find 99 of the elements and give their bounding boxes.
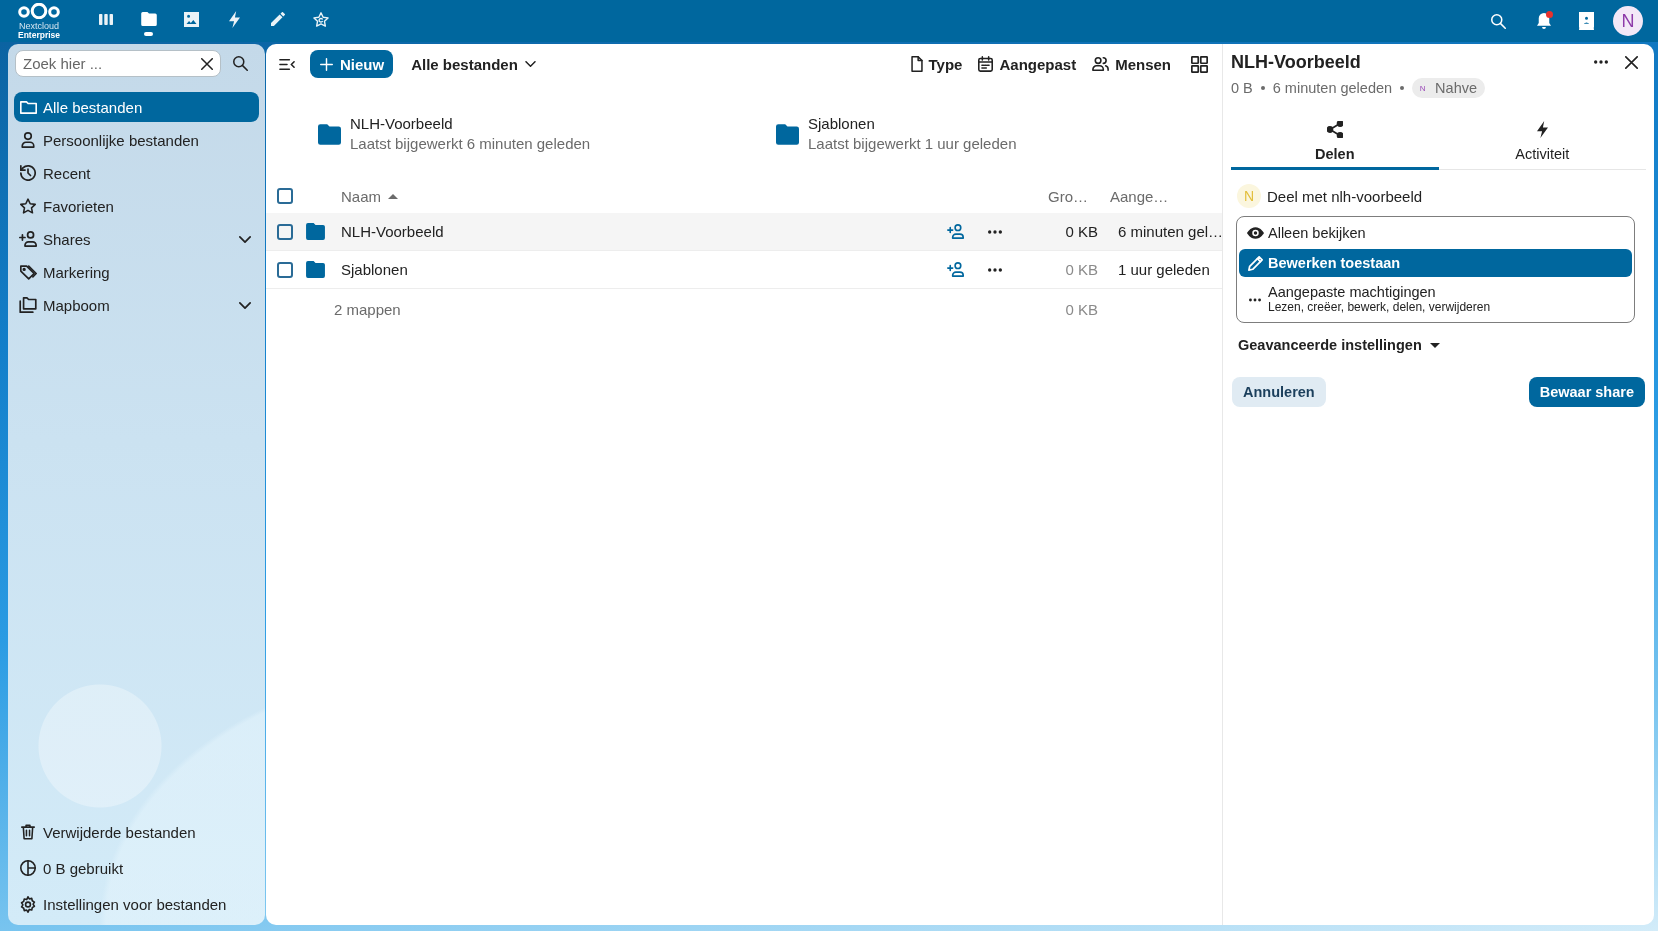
star-icon [20,198,36,214]
modified-date: 1 uur geleden [1118,261,1210,278]
modified-time: 6 minuten geleden [1272,80,1393,96]
file-name-link[interactable]: Sjablonen [341,261,408,278]
bell-icon [1536,13,1551,29]
folder-icon [140,12,157,26]
save-button[interactable]: Bewaar share [1528,377,1645,407]
row-checkbox[interactable] [277,223,293,240]
file-icon [910,56,923,72]
close-icon [200,57,213,70]
filter-button[interactable]: Type [902,49,971,79]
search-field[interactable]: Zoek hier ... [15,50,221,77]
person-plus-icon [946,224,964,239]
rings-logo-icon [18,3,60,19]
person-plus-icon [946,262,964,277]
share-recipient-label: Deel met nlh-voorbeeld [1267,187,1423,205]
collapse-menu-icon [279,58,295,70]
dots-icon [1594,60,1608,64]
folder-icon [19,100,37,114]
person-icon [21,132,35,148]
file-size: 0 KB [1065,261,1098,278]
column-header[interactable]: Gro… [1048,181,1088,211]
chevron-down-icon [524,61,536,67]
bars-icon [98,13,113,25]
last-updated-text: Laatst bijgewerkt 6 minuten geleden [350,134,591,154]
tag-icon [19,264,37,280]
permission-option[interactable]: Alleen bekijken [1239,219,1632,247]
modified-date: 6 minuten gel… [1118,223,1224,240]
folder-icon [318,123,341,145]
pie-chart-icon [20,860,36,876]
folder-icon [776,123,799,145]
pencil-icon [1247,255,1263,271]
breadcrumb-button[interactable]: Alle bestanden [403,49,544,79]
recipient-avatar: N [1237,184,1261,208]
person-plus-icon [19,231,37,247]
advanced-settings-toggle[interactable]: Geavanceerde instellingen [1238,335,1440,355]
nav-item[interactable]: Instellingen voor bestanden [14,887,259,921]
filter-button[interactable]: Aangepast [970,49,1085,79]
avatar-button[interactable]: N [1613,6,1643,36]
nav-item[interactable]: Markering [14,257,259,287]
last-updated-text: Laatst bijgewerkt 1 uur geleden [808,134,1017,154]
file-size: 0 B [1231,80,1253,96]
owner-name: Nahve [1435,80,1477,96]
nav-item[interactable]: Verwijderde bestanden [14,815,259,849]
dots-icon [988,229,1002,234]
dots-icon [988,267,1002,272]
pencil-icon [270,12,285,26]
details-title: NLH-Voorbeeld [1231,51,1361,73]
nav-item[interactable]: Recent [14,158,259,188]
nav-item[interactable]: Persoonlijke bestanden [14,125,259,155]
edition-label: Enterprise [17,31,60,40]
image-icon [184,11,199,27]
tab[interactable]: Activiteit [1438,116,1646,170]
file-size: 0 KB [1065,223,1098,240]
column-header[interactable]: Aange… [1110,181,1169,211]
nav-item[interactable]: Shares [14,224,259,254]
row-checkbox[interactable] [277,261,293,278]
cancel-button[interactable]: Annuleren [1232,377,1326,407]
contact-card-icon [1579,12,1594,30]
select-all-checkbox[interactable] [277,188,293,204]
separator-dot-icon [1400,86,1405,90]
brand-name: Nextcloud [19,21,59,31]
sort-ascending-icon [388,193,398,199]
folder-name: NLH-Voorbeeld [350,114,454,134]
trash-icon [21,824,35,840]
nav-item[interactable]: Mapboom [14,290,259,320]
star-icon [312,11,329,27]
column-header[interactable]: Naam [341,181,398,211]
folder-name: Sjablonen [808,114,876,134]
search-icon [1491,13,1506,29]
new-button[interactable]: Nieuw [310,50,394,78]
permission-option[interactable]: Aangepaste machtigingen Lezen, creëer, bewerk, delen, verwijderen [1239,279,1632,320]
calendar-icon [978,56,994,72]
folder-icon [305,223,325,240]
search-icon [232,56,248,71]
folder-icon [305,261,325,278]
folder-count: 2 mappen [334,300,401,318]
dots-icon [1249,297,1261,302]
history-icon [20,165,36,181]
tab[interactable]: Delen [1231,116,1439,170]
total-size: 0 KB [1065,300,1098,318]
nav-item[interactable]: 0 B gebruikt [14,851,259,885]
separator-dot-icon [1260,86,1265,90]
eye-icon [1246,227,1264,239]
plus-icon [320,57,333,71]
folders-icon [19,297,37,313]
grid-view-icon [1190,55,1208,73]
permission-option[interactable]: Bewerken toestaan [1239,249,1632,277]
people-icon [1092,57,1110,71]
lightning-icon [1536,121,1548,138]
file-name-link[interactable]: NLH-Voorbeeld [341,223,444,240]
close-icon [1624,55,1638,69]
lightning-icon [229,10,240,28]
share-icon [1326,121,1343,138]
filter-button[interactable]: Mensen [1084,49,1179,79]
nav-item[interactable]: Alle bestanden [14,92,259,122]
nav-item[interactable]: Favorieten [14,191,259,221]
owner-avatar: N [1418,82,1427,95]
gear-icon [20,895,36,913]
